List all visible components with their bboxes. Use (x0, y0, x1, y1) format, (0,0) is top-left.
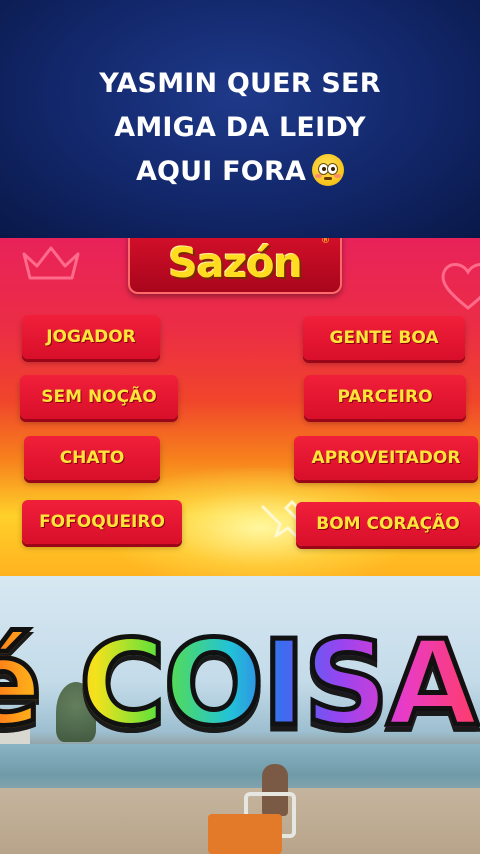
label-parceiro[interactable]: PARCEIRO (304, 375, 466, 419)
overlay-text: é COISA (0, 612, 480, 755)
orange-object (208, 814, 282, 854)
caption-text: YASMIN QUER SER AMIGA DA LEIDY AQUI FORA (99, 62, 380, 194)
label-aproveitador[interactable]: APROVEITADOR (294, 436, 478, 480)
label-chato[interactable]: CHATO (24, 436, 160, 480)
sazon-board: Sazón ® JOGADOR SEM NOÇÃO CHATO FOFOQUEI… (0, 238, 480, 576)
flushed-face-emoji-icon (312, 154, 345, 186)
sazon-logo-text: Sazón (168, 239, 302, 287)
caption-line-1: YASMIN QUER SER (99, 68, 381, 99)
registered-mark: ® (321, 238, 330, 246)
caption-banner: YASMIN QUER SER AMIGA DA LEIDY AQUI FORA (0, 0, 480, 238)
beach-video-frame: é COISA (0, 576, 480, 854)
label-bom-coracao[interactable]: BOM CORAÇÃO (296, 502, 480, 546)
caption-line-2: AMIGA DA LEIDY (114, 112, 366, 143)
crown-icon (22, 246, 80, 280)
label-jogador[interactable]: JOGADOR (22, 315, 160, 359)
heart-icon (441, 263, 480, 310)
caption-line-3-text: AQUI FORA (135, 156, 307, 187)
label-sem-nocao[interactable]: SEM NOÇÃO (20, 375, 178, 419)
label-gente-boa[interactable]: GENTE BOA (303, 316, 465, 360)
caption-line-3: AQUI FORA (99, 150, 380, 194)
sazon-logo: Sazón ® (128, 238, 342, 294)
label-fofoqueiro[interactable]: FOFOQUEIRO (22, 500, 182, 544)
